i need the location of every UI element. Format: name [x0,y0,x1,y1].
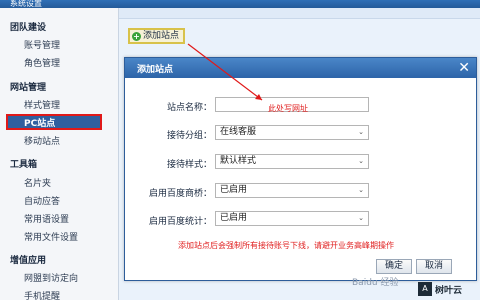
sidebar-item-mobile-site[interactable]: 移动站点 [24,134,60,147]
sidebar-item-roles[interactable]: 角色管理 [24,56,60,69]
chevron-down-icon: ⌄ [358,214,364,222]
sidebar-section-value-added: 增值应用 [10,256,47,266]
cancel-button[interactable]: 取消 [416,259,452,274]
reception-group-value: 在线客服 [220,127,257,137]
sidebar-item-styles[interactable]: 样式管理 [24,98,60,111]
chevron-down-icon: ⌄ [358,186,364,194]
sidebar-item-auto-reply[interactable]: 自动应答 [24,194,60,207]
sidebar: 团队建设 账号管理 角色管理 网站管理 样式管理 PC站点 移动站点 工具箱 名… [0,8,119,302]
baidu-bridge-select[interactable]: 已启用 ⌄ [215,183,369,198]
baidu-stats-select[interactable]: 已启用 ⌄ [215,211,369,226]
site-name-label: 站点名称： [166,103,212,113]
sidebar-section-tools: 工具箱 [10,160,38,170]
site-name-annotation: 此处写网址 [268,104,308,113]
dialog-header: 添加站点 ✕ [125,58,476,78]
chevron-down-icon: ⌄ [358,128,364,136]
sidebar-item-phrases[interactable]: 常用语设置 [24,212,69,225]
main-tab-strip [119,8,480,19]
sidebar-section-team: 团队建设 [10,23,47,33]
plus-icon: + [132,31,141,41]
sidebar-item-cards[interactable]: 名片夹 [24,176,51,189]
baidu-bridge-value: 已启用 [220,185,248,195]
reception-group-select[interactable]: 在线客服 ⌄ [215,125,369,140]
reception-style-select[interactable]: 默认样式 ⌄ [215,154,369,169]
sidebar-item-accounts[interactable]: 账号管理 [24,38,60,51]
sidebar-item-mobile-alert[interactable]: 手机提醒 [24,289,60,302]
brand-text: 树叶云 [435,285,463,296]
watermark-text: Baidu 经验 [352,278,399,288]
reception-style-label: 接待样式： [166,160,212,170]
dialog-title: 添加站点 [137,65,174,75]
baidu-bridge-label: 启用百度商桥： [148,189,212,199]
close-icon[interactable]: ✕ [458,59,470,77]
reception-style-value: 默认样式 [220,156,257,166]
add-site-label: 添加站点 [143,31,180,41]
brand-logo: A 树叶云 [418,281,462,297]
chevron-down-icon: ⌄ [358,157,364,165]
sidebar-item-network-visit[interactable]: 网盟到访定向 [24,271,78,284]
sidebar-section-site: 网站管理 [10,83,47,93]
warning-text: 添加站点后会强制所有接待账号下线，请避开业务高峰期操作 [178,241,394,250]
brand-icon: A [418,282,432,296]
baidu-stats-value: 已启用 [220,213,248,223]
reception-group-label: 接待分组： [166,131,212,141]
sidebar-item-files[interactable]: 常用文件设置 [24,230,78,243]
top-title-bar: 系统设置 [0,0,480,8]
add-site-button[interactable]: + 添加站点 [128,28,186,44]
baidu-stats-label: 启用百度统计： [148,217,212,227]
sidebar-item-pc-site[interactable]: PC站点 [6,114,102,130]
confirm-button[interactable]: 确定 [376,259,412,274]
